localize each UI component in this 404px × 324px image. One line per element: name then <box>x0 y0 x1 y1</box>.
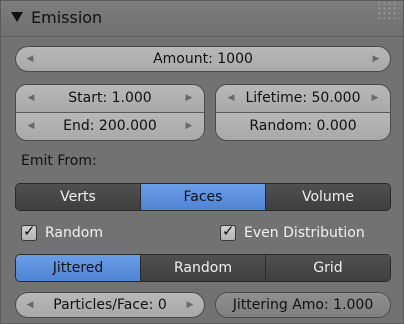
distribution-jittered-button[interactable]: Jittered <box>16 255 140 281</box>
end-field[interactable]: ◀ End: 200.000 ▶ <box>16 112 204 139</box>
decrement-arrow-icon[interactable]: ◀ <box>23 47 37 71</box>
emit-from-volume-button[interactable]: Volume <box>265 184 390 210</box>
amount-label: Amount: 1000 <box>153 51 253 67</box>
checkbox-box[interactable]: ✓ <box>220 222 236 241</box>
lifetime-random-slider[interactable]: Random: 0.000 <box>216 112 390 139</box>
panel-header[interactable]: Emission <box>1 1 403 37</box>
distribution-grid-button[interactable]: Grid <box>265 255 390 281</box>
jittering-amount-slider[interactable]: Jittering Amo: 1.000 <box>215 292 391 318</box>
even-distribution-checkbox[interactable]: ✓ Even Distribution <box>220 222 365 243</box>
lifetime-field[interactable]: ◀ Lifetime: 50.000 ▶ <box>216 85 390 112</box>
end-label: End: 200.000 <box>63 118 157 134</box>
panel-title: Emission <box>31 8 103 27</box>
checkbox-box[interactable]: ✓ <box>21 222 37 241</box>
particles-per-face-field[interactable]: ◀ Particles/Face: 0 ▶ <box>15 292 205 318</box>
random-checkbox-label: Random <box>45 225 103 241</box>
lifetime-random-label: Random: 0.000 <box>249 118 357 134</box>
collapse-triangle-icon[interactable] <box>11 12 23 22</box>
decrement-arrow-icon[interactable]: ◀ <box>23 293 37 317</box>
checkmark-icon: ✓ <box>23 222 36 240</box>
decrement-arrow-icon[interactable]: ◀ <box>224 85 238 112</box>
amount-field[interactable]: ◀ Amount: 1000 ▶ <box>15 46 391 72</box>
drag-grip-icon[interactable] <box>377 1 399 19</box>
emit-from-faces-button[interactable]: Faces <box>140 184 265 210</box>
decrement-arrow-icon[interactable]: ◀ <box>24 85 38 112</box>
even-distribution-checkbox-label: Even Distribution <box>244 225 365 241</box>
checkmark-icon: ✓ <box>222 222 235 240</box>
random-checkbox[interactable]: ✓ Random <box>21 222 103 243</box>
emit-from-label: Emit From: <box>21 153 97 169</box>
jittering-amount-label: Jittering Amo: 1.000 <box>232 297 374 313</box>
emit-from-verts-button[interactable]: Verts <box>16 184 140 210</box>
lifetime-label: Lifetime: 50.000 <box>245 90 361 106</box>
start-field[interactable]: ◀ Start: 1.000 ▶ <box>16 85 204 112</box>
decrement-arrow-icon[interactable]: ◀ <box>24 113 38 140</box>
increment-arrow-icon[interactable]: ▶ <box>182 85 196 112</box>
lifetime-group: ◀ Lifetime: 50.000 ▶ Random: 0.000 <box>215 84 391 141</box>
start-label: Start: 1.000 <box>68 90 152 106</box>
emit-from-selector: Verts Faces Volume <box>15 183 391 211</box>
increment-arrow-icon[interactable]: ▶ <box>369 47 383 71</box>
increment-arrow-icon[interactable]: ▶ <box>182 113 196 140</box>
distribution-selector: Jittered Random Grid <box>15 254 391 282</box>
emission-panel: Emission ◀ Amount: 1000 ▶ ◀ Start: 1.000… <box>0 0 404 324</box>
particles-per-face-label: Particles/Face: 0 <box>53 297 167 313</box>
distribution-random-button[interactable]: Random <box>140 255 265 281</box>
start-end-group: ◀ Start: 1.000 ▶ ◀ End: 200.000 ▶ <box>15 84 205 141</box>
increment-arrow-icon[interactable]: ▶ <box>368 85 382 112</box>
increment-arrow-icon[interactable]: ▶ <box>183 293 197 317</box>
